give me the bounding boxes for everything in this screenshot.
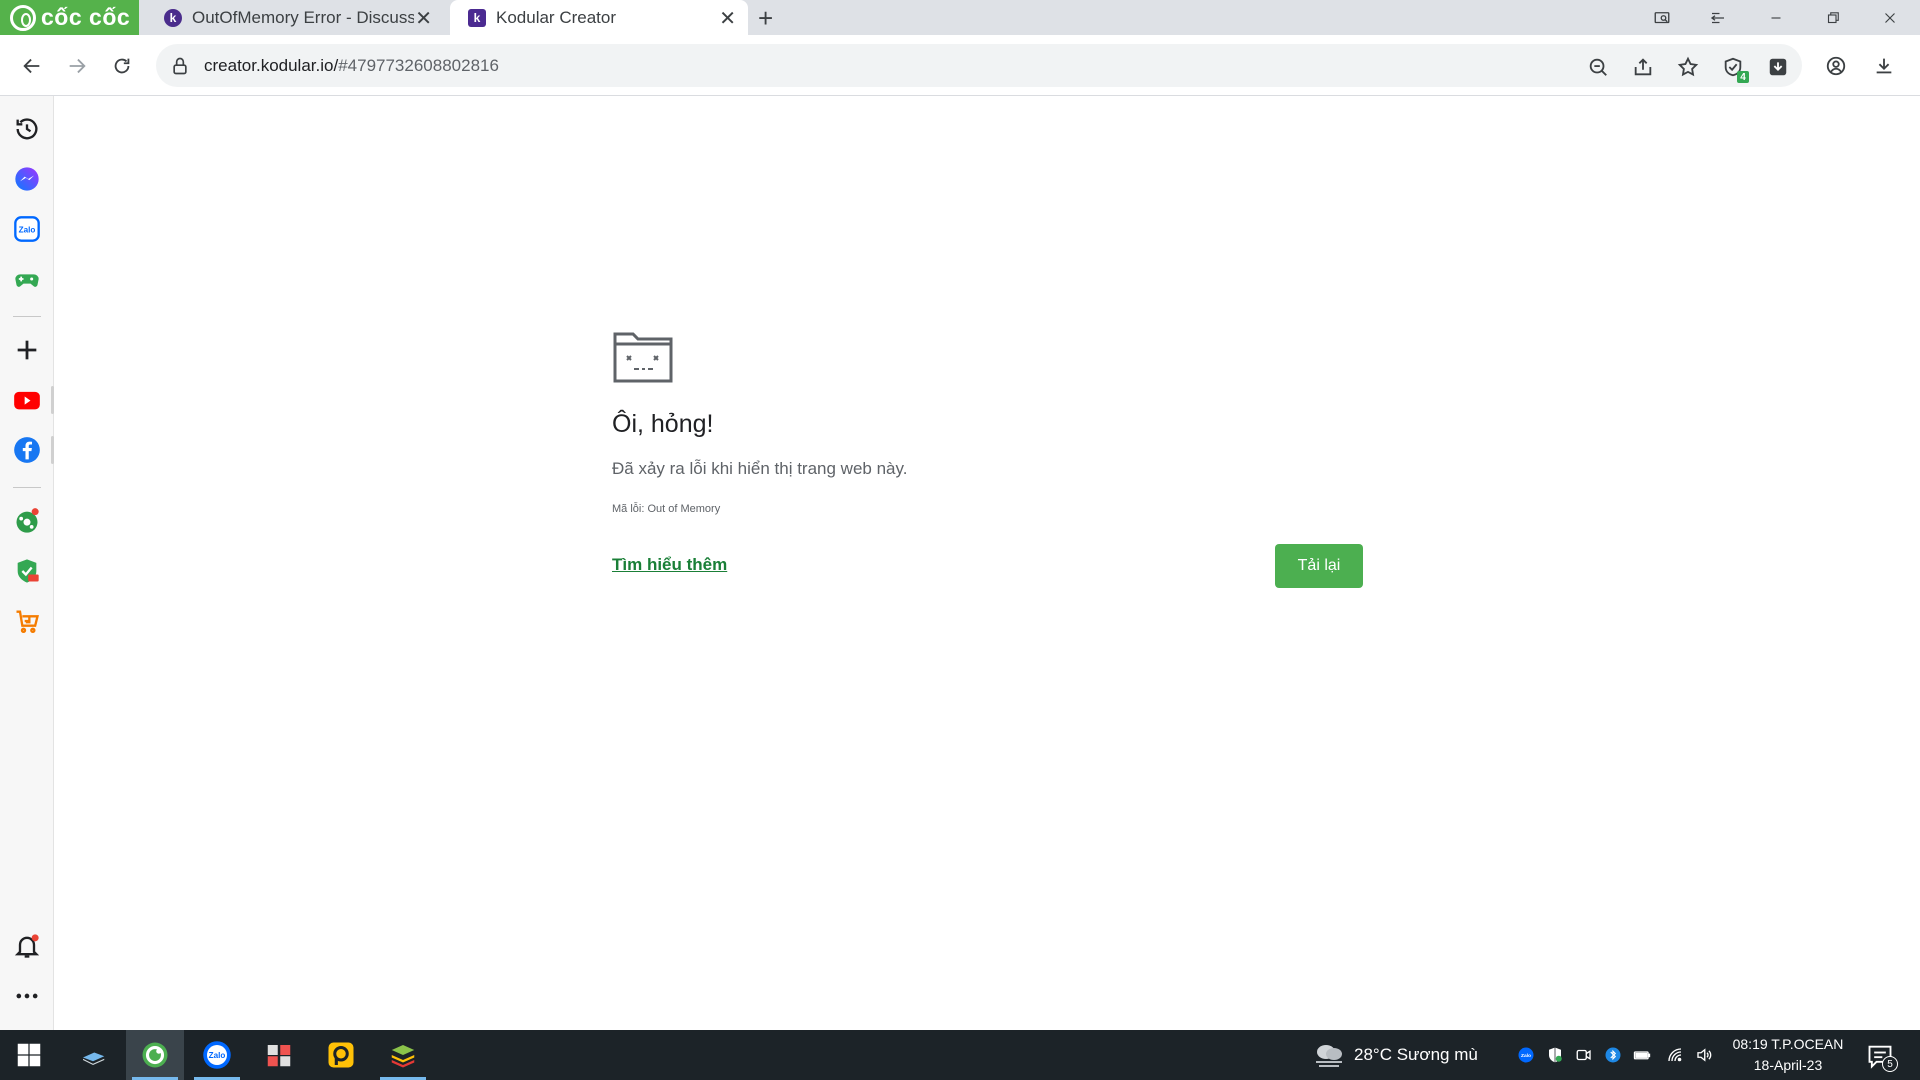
back-button[interactable] <box>15 49 49 83</box>
coccoc-menu-button[interactable]: cốc cốc <box>0 0 139 35</box>
taskbar-bluestacks[interactable] <box>374 1030 432 1080</box>
tab-strip: cốc cốc k OutOfMemory Error - Discuss ✕ … <box>0 0 1920 35</box>
sidebar: Zalo <box>0 96 54 1030</box>
coccoc-logo-icon <box>10 4 36 31</box>
weather-widget[interactable]: 28°C Sương mù <box>1312 1030 1478 1080</box>
tray-zalo-icon[interactable]: Zalo <box>1516 1045 1536 1065</box>
windows-start-button[interactable] <box>0 1030 58 1080</box>
svg-text:Zalo: Zalo <box>209 1051 226 1060</box>
svg-text:Zalo: Zalo <box>19 226 36 235</box>
forward-button[interactable] <box>60 49 94 83</box>
bookmark-star-icon[interactable] <box>1676 55 1700 79</box>
adblock-shield-icon[interactable]: 4 <box>1721 55 1749 83</box>
youtube-icon[interactable] <box>13 386 41 414</box>
restore-button[interactable] <box>1805 0 1861 35</box>
sad-folder-icon <box>613 332 673 383</box>
extension-badge: 4 <box>1737 71 1749 83</box>
tray-volume-icon[interactable] <box>1694 1045 1714 1065</box>
brand-text: cốc cốc <box>41 4 131 30</box>
taskbar-ldplayer[interactable] <box>312 1030 370 1080</box>
taskbar-coccoc-browser[interactable] <box>126 1030 184 1080</box>
tab-kodular-creator[interactable]: k Kodular Creator ✕ <box>450 0 748 35</box>
sidebar-toggle-icon[interactable] <box>1690 0 1746 35</box>
shopping-cart-icon[interactable] <box>13 607 41 635</box>
lock-icon[interactable] <box>170 56 190 76</box>
address-bar[interactable]: creator.kodular.io/#4797732608802816 4 <box>156 44 1802 87</box>
history-icon[interactable] <box>13 115 41 143</box>
game-controller-icon[interactable] <box>13 265 41 293</box>
clock-time: 08:19 T.P.OCEAN <box>1732 1036 1844 1052</box>
url-host: creator.kodular.io/ <box>204 55 339 75</box>
tray-bluetooth-icon[interactable] <box>1603 1045 1623 1065</box>
learn-more-link[interactable]: Tìm hiểu thêm <box>612 555 727 575</box>
kodular-favicon-icon: k <box>164 8 182 27</box>
taskbar-unikey[interactable] <box>250 1030 308 1080</box>
error-message: Đã xảy ra lỗi khi hiển thị trang web này… <box>612 459 908 478</box>
minimize-button[interactable] <box>1748 0 1804 35</box>
error-code: Mã lỗi: Out of Memory <box>612 503 721 515</box>
reload-page-button[interactable] <box>105 49 139 83</box>
svg-text:Zalo: Zalo <box>1521 1053 1531 1059</box>
toolbar: creator.kodular.io/#4797732608802816 4 <box>0 35 1920 96</box>
coccoc-shield-icon[interactable] <box>13 557 41 585</box>
tab-outofmemory-discuss[interactable]: k OutOfMemory Error - Discuss ✕ <box>146 0 444 35</box>
tab-title: Kodular Creator <box>496 7 617 27</box>
downloads-icon[interactable] <box>1867 49 1901 83</box>
tray-battery-icon[interactable] <box>1632 1045 1652 1065</box>
close-window-button[interactable] <box>1862 0 1918 35</box>
tab-search-icon[interactable] <box>1634 0 1690 35</box>
url-path: #4797732608802816 <box>338 55 499 75</box>
notification-count: 5 <box>1882 1056 1898 1072</box>
clock-date: 18-April-23 <box>1753 1057 1823 1073</box>
profile-icon[interactable] <box>1819 49 1853 83</box>
weather-text: 28°C Sương mù <box>1354 1045 1478 1064</box>
close-tab-icon[interactable]: ✕ <box>719 6 736 31</box>
zalo-icon[interactable]: Zalo <box>13 215 41 243</box>
football-icon[interactable] <box>13 507 41 535</box>
tab-title: OutOfMemory Error - Discuss <box>192 7 414 27</box>
new-tab-button[interactable]: + <box>758 3 773 34</box>
tray-wifi-icon[interactable] <box>1665 1045 1685 1065</box>
notifications-bell-icon[interactable] <box>13 932 41 960</box>
error-page: Ôi, hỏng! Đã xảy ra lỗi khi hiển thị tra… <box>54 96 1920 1030</box>
cloud-fog-icon <box>1316 1045 1342 1067</box>
share-icon[interactable] <box>1631 55 1655 79</box>
reload-button[interactable]: Tải lại <box>1275 544 1363 588</box>
zoom-out-icon[interactable] <box>1586 55 1610 79</box>
add-shortcut-icon[interactable] <box>13 336 41 364</box>
sidebar-divider <box>13 487 41 488</box>
error-title: Ôi, hỏng! <box>612 410 714 438</box>
tray-security-shield-icon[interactable] <box>1545 1045 1565 1065</box>
url-text: creator.kodular.io/#4797732608802816 <box>204 56 499 76</box>
kodular-favicon-icon: k <box>468 8 486 27</box>
taskbar: Zalo 28°C Sương mù Zalo 08:19 T.P.OCEAN … <box>0 1030 1920 1080</box>
tray-meet-icon[interactable] <box>1574 1045 1594 1065</box>
more-options-icon[interactable] <box>13 982 41 1010</box>
close-tab-icon[interactable]: ✕ <box>415 6 432 31</box>
messenger-icon[interactable] <box>13 165 41 193</box>
facebook-icon[interactable] <box>13 436 41 464</box>
savior-download-icon[interactable] <box>1766 55 1790 79</box>
taskbar-laptop-app[interactable] <box>64 1030 122 1080</box>
system-clock[interactable]: 08:19 T.P.OCEAN 18-April-23 <box>1728 1034 1848 1076</box>
taskbar-zalo[interactable]: Zalo <box>188 1030 246 1080</box>
sidebar-divider <box>13 316 41 317</box>
